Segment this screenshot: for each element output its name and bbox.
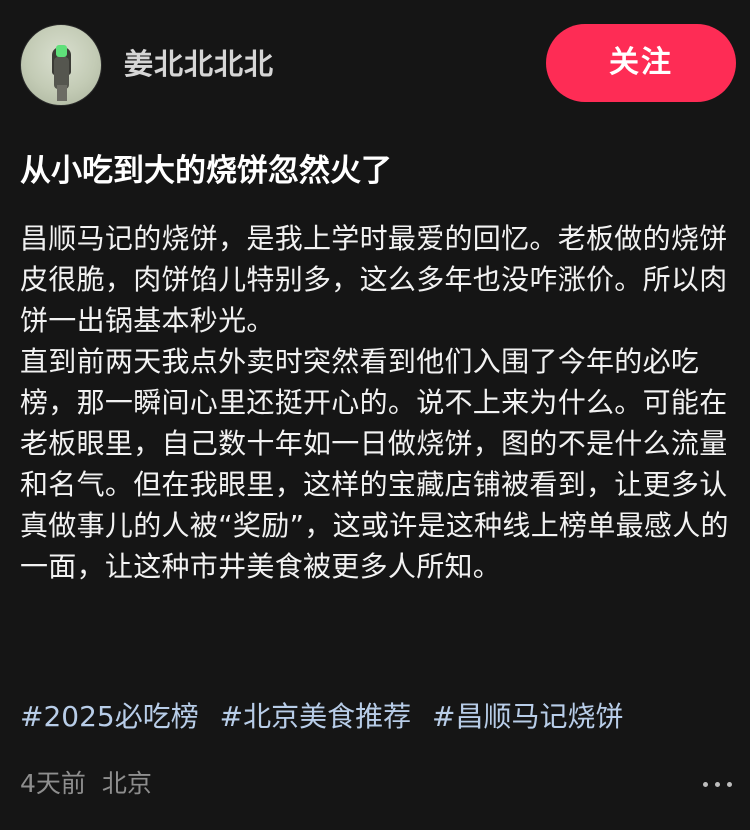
post-paragraph: 昌顺马记的烧饼，是我上学时最爱的回忆。老板做的烧饼皮很脆，肉饼馅儿特别多，这么多…: [20, 222, 728, 337]
avatar-figure-legs: [57, 85, 67, 101]
post-meta: 4天前 北京: [20, 767, 152, 801]
more-dots-icon: [727, 782, 732, 787]
post-content: 昌顺马记的烧饼，是我上学时最爱的回忆。老板做的烧饼皮很脆，肉饼馅儿特别多，这么多…: [20, 218, 735, 587]
post-header: 姜北北北北 关注: [0, 0, 750, 130]
user-avatar[interactable]: [20, 24, 102, 106]
follow-button[interactable]: 关注: [546, 24, 736, 102]
avatar-figure-head: [56, 45, 67, 57]
post-location: 北京: [101, 769, 152, 798]
author-name[interactable]: 姜北北北北: [124, 46, 274, 82]
hashtag-list: #2025必吃榜 #北京美食推荐 #昌顺马记烧饼: [20, 697, 635, 737]
hashtag-link[interactable]: #北京美食推荐: [220, 700, 411, 733]
more-dots-icon: [715, 782, 720, 787]
post-title: 从小吃到大的烧饼忽然火了: [20, 153, 392, 189]
more-options-button[interactable]: [700, 768, 736, 800]
more-dots-icon: [703, 782, 708, 787]
post-paragraph: 直到前两天我点外卖时突然看到他们入围了今年的必吃榜，那一瞬间心里还挺开心的。说不…: [20, 345, 729, 583]
hashtag-link[interactable]: #昌顺马记烧饼: [432, 700, 623, 733]
hashtag-link[interactable]: #2025必吃榜: [20, 700, 199, 733]
post-time: 4天前: [20, 769, 86, 798]
